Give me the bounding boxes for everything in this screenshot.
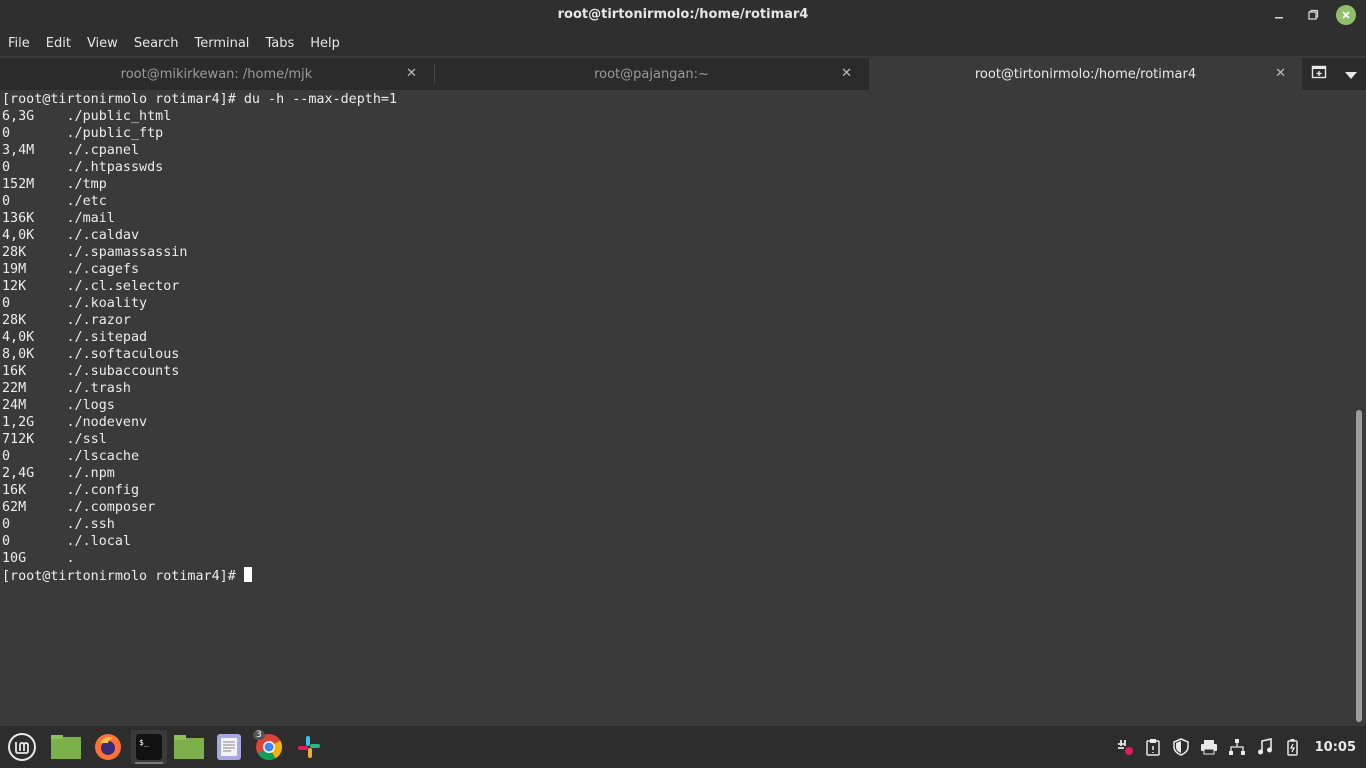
output-line: 16K ./.config (2, 483, 140, 498)
scrollbar-thumb[interactable] (1356, 410, 1362, 722)
show-desktop-button[interactable] (48, 730, 84, 764)
output-line: 28K ./.spamassassin (2, 245, 188, 260)
firefox-button[interactable] (90, 730, 126, 764)
output-line: 0 ./.local (2, 534, 131, 549)
minimize-icon (1275, 17, 1283, 19)
tab-close-icon[interactable]: ✕ (1275, 66, 1286, 81)
taskbar: $_ 3 10:05 (0, 726, 1366, 768)
output-line: 0 ./lscache (2, 449, 140, 464)
output-line: 28K ./.razor (2, 313, 131, 328)
maximize-icon (1308, 9, 1319, 20)
show-desktop-icon (51, 735, 81, 759)
output-line: 0 ./.koality (2, 296, 148, 311)
close-icon (1342, 11, 1350, 19)
prompt-line[interactable]: [root@tirtonirmolo rotimar4]# (2, 567, 252, 585)
notification-badge: 3 (253, 730, 265, 740)
tab-close-icon[interactable]: ✕ (841, 66, 852, 81)
printer-icon[interactable] (1199, 737, 1219, 757)
output-line: 6,3G ./public_html (2, 109, 172, 124)
minimize-button[interactable] (1268, 4, 1290, 26)
output-line: 4,0K ./.caldav (2, 228, 140, 243)
terminal-output[interactable]: [root@tirtonirmolo rotimar4]# du -h --ma… (0, 90, 1352, 726)
slack-tray-icon[interactable] (1115, 737, 1135, 757)
output-line: 0 ./.ssh (2, 517, 115, 532)
output-line: 712K ./ssl (2, 432, 107, 447)
shield-icon[interactable] (1171, 737, 1191, 757)
battery-icon[interactable] (1283, 737, 1303, 757)
output-line: 19M ./.cagefs (2, 262, 140, 277)
output-line: 12K ./.cl.selector (2, 279, 180, 294)
output-line: 0 ./etc (2, 194, 107, 209)
network-icon[interactable] (1227, 737, 1247, 757)
music-icon[interactable] (1255, 737, 1275, 757)
menu-tabs[interactable]: Tabs (257, 36, 302, 51)
output-line: 62M ./.composer (2, 500, 156, 515)
menu-search[interactable]: Search (126, 36, 187, 51)
tab-bar: root@mikirkewan: /home/mjk ✕ root@pajang… (0, 58, 1366, 90)
window-title: root@tirtonirmolo:/home/rotimar4 (557, 7, 809, 22)
prompt-text: [root@tirtonirmolo rotimar4]# (2, 569, 244, 584)
firefox-icon (95, 734, 121, 760)
output-line: 0 ./.htpasswds (2, 160, 164, 175)
menu-bar: File Edit View Search Terminal Tabs Help (0, 30, 1366, 56)
files-button[interactable] (171, 730, 207, 764)
clock[interactable]: 10:05 (1311, 740, 1356, 755)
close-button[interactable] (1336, 5, 1356, 25)
chrome-button[interactable]: 3 (251, 730, 287, 764)
output-line: 152M ./tmp (2, 177, 107, 192)
text-editor-button[interactable] (211, 730, 247, 764)
command-line: [root@tirtonirmolo rotimar4]# du -h --ma… (2, 92, 398, 107)
window-titlebar[interactable]: root@tirtonirmolo:/home/rotimar4 (0, 0, 1366, 30)
output-line: 16K ./.subaccounts (2, 364, 180, 379)
output-line: 2,4G ./.npm (2, 466, 115, 481)
menu-help[interactable]: Help (302, 36, 348, 51)
clipboard-icon[interactable] (1143, 737, 1163, 757)
output-line: 8,0K ./.softaculous (2, 347, 180, 362)
output-line: 24M ./logs (2, 398, 115, 413)
new-tab-icon (1311, 65, 1327, 79)
output-line: 0 ./public_ftp (2, 126, 164, 141)
system-tray: 10:05 (1115, 726, 1366, 768)
tab-mikirkewan[interactable]: root@mikirkewan: /home/mjk ✕ (0, 58, 433, 90)
menu-terminal[interactable]: Terminal (186, 36, 257, 51)
terminal-taskbar-button[interactable]: $_ (131, 730, 167, 764)
maximize-button[interactable] (1302, 4, 1324, 26)
mint-menu-button[interactable] (4, 730, 40, 764)
tab-label: root@pajangan:~ (594, 66, 709, 82)
files-icon (174, 735, 204, 759)
output-line: 10G . (2, 551, 75, 566)
text-cursor (243, 567, 252, 582)
tab-menu-button[interactable] (1345, 65, 1357, 84)
slack-icon (298, 736, 320, 758)
menu-file[interactable]: File (0, 36, 38, 51)
tab-pajangan[interactable]: root@pajangan:~ ✕ (435, 58, 868, 90)
output-line: 3,4M ./.cpanel (2, 143, 140, 158)
mint-menu-icon (8, 733, 36, 761)
tab-label: root@tirtonirmolo:/home/rotimar4 (974, 66, 1197, 82)
terminal-icon: $_ (136, 734, 162, 760)
terminal-scrollbar[interactable] (1352, 90, 1366, 726)
svg-text:$_: $_ (139, 738, 149, 747)
chevron-down-icon (1345, 71, 1357, 79)
tab-close-icon[interactable]: ✕ (406, 66, 417, 81)
tab-tirtonirmolo[interactable]: root@tirtonirmolo:/home/rotimar4 ✕ (869, 58, 1302, 90)
output-line: 22M ./.trash (2, 381, 131, 396)
new-tab-button[interactable] (1311, 64, 1327, 84)
active-indicator (135, 762, 163, 764)
output-line: 136K ./mail (2, 211, 115, 226)
output-line: 4,0K ./.sitepad (2, 330, 148, 345)
menu-edit[interactable]: Edit (38, 36, 79, 51)
menu-view[interactable]: View (79, 36, 126, 51)
tab-label: root@mikirkewan: /home/mjk (120, 66, 313, 82)
output-line: 1,2G ./nodevenv (2, 415, 148, 430)
text-editor-icon (217, 734, 241, 760)
slack-button[interactable] (291, 730, 327, 764)
